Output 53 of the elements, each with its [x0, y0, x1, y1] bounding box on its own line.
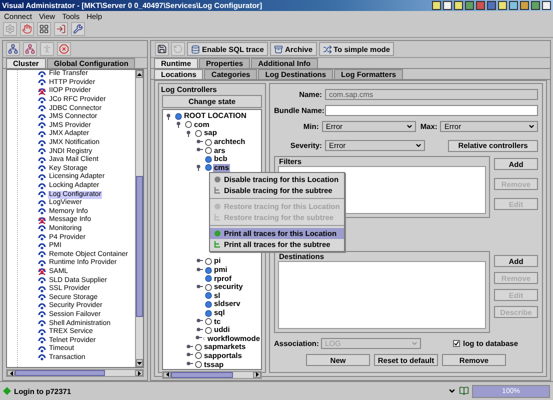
book-icon[interactable]	[459, 386, 469, 396]
network-icon	[8, 44, 18, 54]
stop-icon	[59, 44, 69, 54]
toolbar-button[interactable]	[6, 42, 20, 56]
expander-icon[interactable]	[186, 361, 193, 368]
right-arrow-icon[interactable]	[138, 370, 140, 376]
expander-icon[interactable]	[196, 147, 203, 154]
expander-icon[interactable]	[196, 266, 203, 274]
expander-icon[interactable]	[196, 326, 203, 334]
shuffle-icon	[322, 44, 332, 54]
wrench-icon	[73, 24, 83, 34]
login-icon	[56, 24, 66, 34]
stopped-service-icon	[38, 216, 46, 224]
network-icon	[25, 44, 35, 54]
grid-icon	[39, 24, 49, 34]
expander-icon[interactable]	[176, 121, 183, 128]
vertical-scrollbar[interactable]	[135, 70, 143, 367]
expander-icon[interactable]	[196, 318, 203, 326]
diamond-icon	[3, 387, 11, 395]
expander-icon[interactable]	[196, 258, 203, 265]
save-button[interactable]	[155, 42, 169, 56]
checkbox[interactable]	[453, 340, 460, 347]
person-icon	[42, 44, 52, 54]
bundle-name-field[interactable]	[325, 105, 538, 116]
toolbar-button[interactable]	[23, 42, 37, 56]
save-icon	[157, 44, 167, 54]
expander-icon[interactable]	[196, 138, 203, 146]
left-arrow-icon[interactable]	[166, 372, 168, 378]
toolbar-button[interactable]	[54, 22, 68, 36]
expander-icon[interactable]	[186, 352, 193, 360]
expander-icon[interactable]	[196, 284, 203, 291]
toolbar-button[interactable]	[37, 22, 51, 36]
right-arrow-icon[interactable]	[256, 372, 258, 378]
gear-icon	[5, 24, 15, 34]
service-icon	[38, 225, 46, 232]
expander-icon[interactable]	[195, 335, 202, 342]
stopped-service-icon	[38, 268, 46, 276]
stopped-service-icon	[38, 88, 46, 95]
dropdown-caret-icon[interactable]	[448, 387, 456, 395]
toolbar-button[interactable]	[71, 22, 85, 36]
expander-icon[interactable]	[166, 112, 173, 120]
left-arrow-icon[interactable]	[10, 370, 12, 376]
expander-icon[interactable]	[186, 344, 193, 351]
expander-icon[interactable]	[196, 164, 203, 172]
archive-icon	[274, 44, 283, 54]
down-arrow-icon[interactable]	[137, 362, 142, 364]
horizontal-scrollbar[interactable]	[162, 370, 262, 379]
hand-icon	[22, 24, 32, 34]
up-arrow-icon[interactable]	[137, 72, 142, 76]
database-icon	[191, 44, 200, 54]
expander-icon[interactable]	[186, 130, 193, 137]
undo-icon	[173, 44, 183, 54]
horizontal-scrollbar[interactable]	[6, 369, 144, 377]
